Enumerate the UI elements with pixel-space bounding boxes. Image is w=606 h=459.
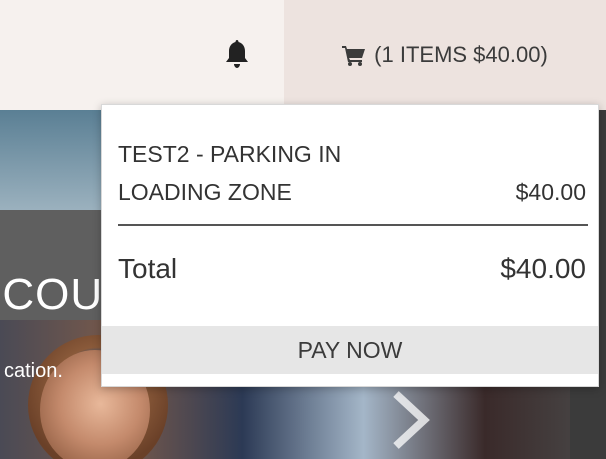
cart-item-name: TEST2 - PARKING IN LOADING ZONE (118, 141, 342, 205)
cart-button[interactable]: (1 ITEMS $40.00) (284, 0, 606, 110)
bell-icon (226, 40, 248, 68)
hero-subtext: cation. (4, 360, 63, 382)
cart-dropdown: TEST2 - PARKING IN LOADING ZONE $40.00 T… (101, 104, 599, 387)
page: (1 ITEMS $40.00) ECOU cation. TEST2 - PA… (0, 0, 606, 459)
divider (118, 224, 588, 226)
cart-summary: (1 ITEMS $40.00) (374, 42, 548, 67)
cart-item-price: $40.00 (515, 179, 586, 205)
pay-now-button[interactable]: PAY NOW (102, 326, 598, 374)
hero-headline: ECOU (0, 270, 104, 319)
total-value: $40.00 (500, 253, 586, 284)
cart-icon (342, 46, 366, 66)
top-header: (1 ITEMS $40.00) (0, 0, 606, 110)
chevron-right-icon[interactable] (388, 390, 432, 450)
notifications-button[interactable] (220, 34, 254, 74)
total-label: Total (118, 253, 178, 284)
